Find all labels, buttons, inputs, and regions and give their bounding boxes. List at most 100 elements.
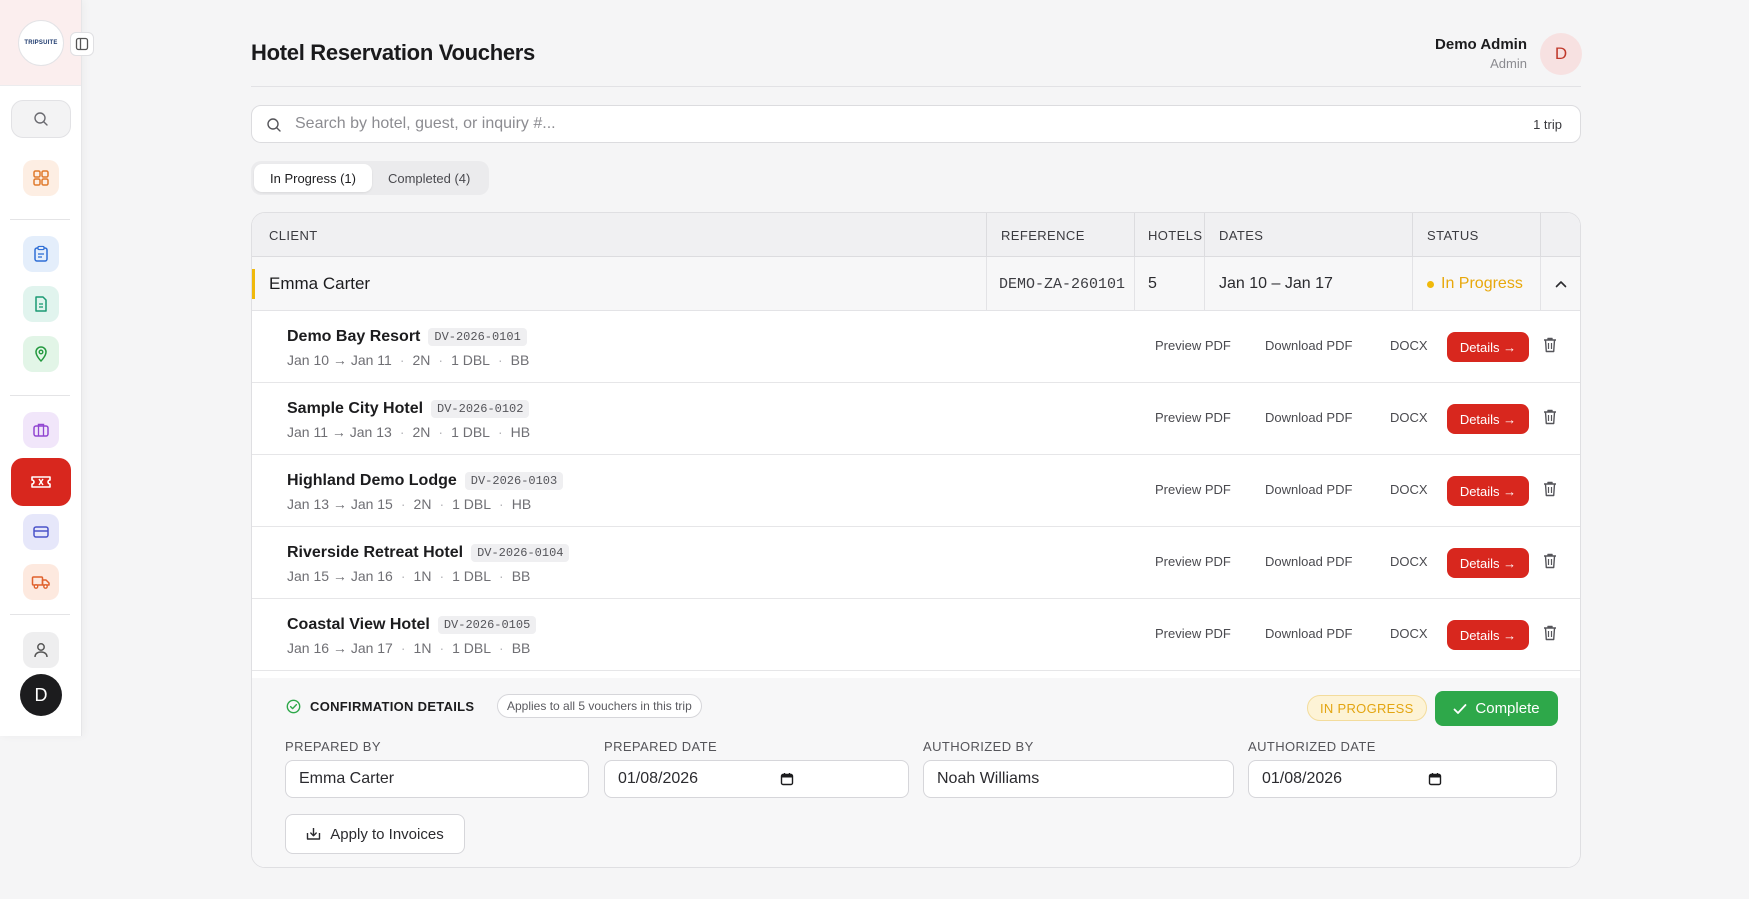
trash-icon[interactable] bbox=[1542, 624, 1558, 642]
voucher-room: 1 DBL bbox=[452, 496, 492, 512]
details-button[interactable]: Details → bbox=[1447, 332, 1529, 362]
credit-card-icon bbox=[33, 526, 49, 538]
user-info: Demo Admin Admin bbox=[1435, 36, 1527, 71]
sidebar-item-dashboard[interactable] bbox=[23, 160, 59, 196]
trip-count: 1 trip bbox=[1533, 117, 1562, 132]
sidebar-collapse-icon[interactable] bbox=[70, 32, 94, 56]
trash-icon[interactable] bbox=[1542, 480, 1558, 498]
document-icon bbox=[35, 296, 47, 312]
trip-status: In Progress bbox=[1413, 257, 1541, 311]
truck-icon bbox=[31, 576, 50, 589]
voucher-code: DV-2026-0103 bbox=[464, 472, 564, 490]
column-header-reference[interactable]: REFERENCE bbox=[987, 213, 1135, 257]
sidebar-item-quotes[interactable] bbox=[23, 286, 59, 322]
download-pdf-button[interactable]: Download PDF bbox=[1265, 338, 1352, 353]
map-pin-icon bbox=[35, 346, 47, 363]
voucher-board: BB bbox=[511, 568, 531, 584]
docx-button[interactable]: DOCX bbox=[1390, 338, 1428, 353]
voucher-meta: Jan 10 → Jan 11 · 2N · 1 DBL · BB bbox=[287, 352, 530, 368]
trash-icon[interactable] bbox=[1542, 552, 1558, 570]
user-avatar[interactable]: D bbox=[1540, 33, 1582, 75]
voucher-row: Sample City Hotel DV-2026-0102 Jan 11 → J… bbox=[252, 383, 1580, 455]
trip-reference: DEMO-ZA-260101 bbox=[987, 257, 1135, 311]
calendar-icon[interactable] bbox=[1428, 772, 1442, 786]
voucher-nights: 1N bbox=[413, 640, 432, 656]
sidebar-user-avatar[interactable]: D bbox=[20, 674, 62, 716]
user-name: Demo Admin bbox=[1435, 36, 1527, 53]
voucher-board: BB bbox=[510, 352, 530, 368]
column-header-dates[interactable]: DATES bbox=[1205, 213, 1413, 257]
preview-pdf-button[interactable]: Preview PDF bbox=[1155, 338, 1231, 353]
preview-pdf-button[interactable]: Preview PDF bbox=[1155, 410, 1231, 425]
complete-button-label: Complete bbox=[1475, 700, 1540, 717]
docx-button[interactable]: DOCX bbox=[1390, 410, 1428, 425]
sidebar-item-bookings[interactable] bbox=[23, 412, 59, 448]
authorized-date-field[interactable]: 01/08/2026 bbox=[1248, 760, 1557, 798]
download-pdf-button[interactable]: Download PDF bbox=[1265, 482, 1352, 497]
preview-pdf-button[interactable]: Preview PDF bbox=[1155, 554, 1231, 569]
apply-to-invoices-button[interactable]: Apply to Invoices bbox=[285, 814, 465, 854]
status-tabs: In Progress (1) Completed (4) bbox=[251, 161, 490, 195]
applies-note: Applies to all 5 vouchers in this trip bbox=[497, 694, 702, 718]
search-icon bbox=[34, 112, 48, 126]
sidebar-search-button[interactable] bbox=[11, 100, 71, 138]
search-icon bbox=[267, 118, 281, 132]
details-button[interactable]: Details → bbox=[1447, 404, 1529, 434]
docx-button[interactable]: DOCX bbox=[1390, 482, 1428, 497]
search-input[interactable] bbox=[295, 115, 1395, 133]
voucher-nights: 2N bbox=[412, 424, 431, 440]
check-icon bbox=[1453, 703, 1467, 714]
vouchers-table: CLIENT REFERENCE HOTELS DATES STATUS Emm… bbox=[251, 212, 1581, 868]
voucher-hotel-name: Sample City Hotel DV-2026-0102 bbox=[287, 400, 530, 418]
voucher-code: DV-2026-0101 bbox=[428, 328, 527, 346]
trip-status-label: In Progress bbox=[1441, 275, 1523, 292]
voucher-meta: Jan 15 → Jan 16 · 1N · 1 DBL · BB bbox=[287, 568, 531, 584]
download-pdf-button[interactable]: Download PDF bbox=[1265, 410, 1352, 425]
sidebar-item-inquiries[interactable] bbox=[23, 236, 59, 272]
docx-button[interactable]: DOCX bbox=[1390, 554, 1428, 569]
sidebar-item-invoices[interactable] bbox=[23, 514, 59, 550]
confirmation-title: CONFIRMATION DETAILS bbox=[286, 699, 474, 714]
collapse-row-button[interactable] bbox=[1541, 257, 1580, 311]
calendar-icon[interactable] bbox=[780, 772, 794, 786]
voucher-hotel-name: Coastal View Hotel DV-2026-0105 bbox=[287, 616, 537, 634]
voucher-room: 1 DBL bbox=[451, 352, 490, 368]
trash-icon[interactable] bbox=[1542, 408, 1558, 426]
sidebar-item-transport[interactable] bbox=[23, 564, 59, 600]
column-header-status[interactable]: STATUS bbox=[1413, 213, 1541, 257]
voucher-code: DV-2026-0104 bbox=[471, 544, 570, 562]
tab-completed[interactable]: Completed (4) bbox=[372, 164, 486, 192]
hotel-name: Demo Bay Resort bbox=[287, 328, 421, 345]
app-logo[interactable]: TRIPSUITE bbox=[18, 20, 64, 66]
trip-row[interactable]: Emma Carter DEMO-ZA-260101 5 Jan 10 – Ja… bbox=[252, 257, 1580, 311]
search-bar: 1 trip bbox=[251, 105, 1581, 143]
docx-button[interactable]: DOCX bbox=[1390, 626, 1428, 641]
prepared-by-field[interactable]: Emma Carter bbox=[285, 760, 589, 798]
download-pdf-button[interactable]: Download PDF bbox=[1265, 554, 1352, 569]
voucher-board: BB bbox=[511, 640, 531, 656]
sidebar-item-itinerary[interactable] bbox=[23, 336, 59, 372]
hotel-name: Sample City Hotel bbox=[287, 400, 424, 417]
complete-button[interactable]: Complete bbox=[1435, 691, 1558, 726]
trash-icon[interactable] bbox=[1542, 336, 1558, 354]
preview-pdf-button[interactable]: Preview PDF bbox=[1155, 482, 1231, 497]
sidebar-item-profile[interactable] bbox=[23, 632, 59, 668]
download-pdf-button[interactable]: Download PDF bbox=[1265, 626, 1352, 641]
column-header-client[interactable]: CLIENT bbox=[252, 213, 987, 257]
voucher-meta: Jan 16 → Jan 17 · 1N · 1 DBL · BB bbox=[287, 640, 531, 656]
details-button[interactable]: Details → bbox=[1447, 476, 1529, 506]
authorized-date-label: AUTHORIZED DATE bbox=[1248, 739, 1376, 754]
voucher-board: HB bbox=[510, 424, 531, 440]
prepared-date-field[interactable]: 01/08/2026 bbox=[604, 760, 909, 798]
preview-pdf-button[interactable]: Preview PDF bbox=[1155, 626, 1231, 641]
tab-in-progress[interactable]: In Progress (1) bbox=[254, 164, 372, 192]
voucher-meta: Jan 11 → Jan 13 · 2N · 1 DBL · HB bbox=[287, 424, 531, 440]
voucher-room: 1 DBL bbox=[451, 424, 490, 440]
authorized-by-field[interactable]: Noah Williams bbox=[923, 760, 1234, 798]
column-header-hotels[interactable]: HOTELS bbox=[1135, 213, 1205, 257]
sidebar-item-vouchers[interactable] bbox=[11, 458, 71, 506]
details-button[interactable]: Details → bbox=[1447, 620, 1529, 650]
user-icon bbox=[34, 643, 48, 658]
details-button[interactable]: Details → bbox=[1447, 548, 1529, 578]
voucher-room: 1 DBL bbox=[452, 568, 492, 584]
